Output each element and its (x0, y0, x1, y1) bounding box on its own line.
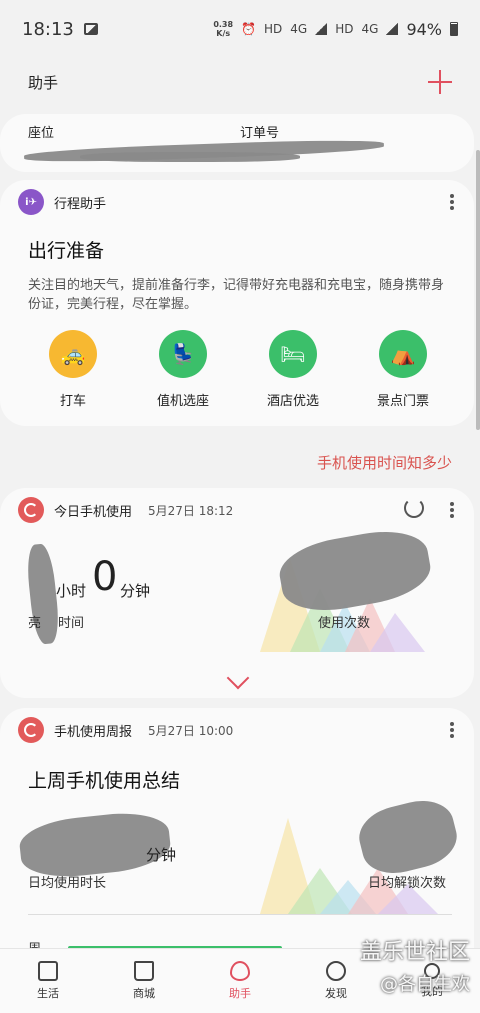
weekly-title: 上周手机使用总结 (28, 770, 181, 792)
redaction-scribble-2 (80, 152, 300, 162)
taxi-icon: 🚕 (49, 330, 97, 378)
nav-item-assistant[interactable]: 助手 (192, 949, 288, 1013)
bed-icon: 🛏 (269, 330, 317, 378)
screen-time-label: 亮 (28, 616, 42, 631)
page-header: 助手 (0, 58, 480, 106)
heart-icon (230, 961, 250, 981)
status-icons: 0.38 K/s ⏰ HD 4G HD 4G 94% (213, 20, 458, 39)
divider (28, 914, 452, 915)
seat-icon: 💺 (159, 330, 207, 378)
network-label-2: 4G (361, 22, 379, 36)
card-header: 手机使用周报 5月27日 10:00 (18, 708, 233, 752)
minutes-unit: 分钟 (146, 846, 177, 864)
more-options-icon[interactable] (450, 722, 454, 738)
weekly-date: 5月27日 10:00 (148, 723, 234, 738)
gallery-icon (83, 23, 98, 35)
network-label: 4G (290, 22, 308, 36)
signal-icon-2 (386, 23, 399, 35)
more-options-icon[interactable] (450, 502, 454, 518)
trip-assistant-logo-icon: i✈ (18, 189, 44, 215)
usage-time-link[interactable]: 手机使用时间知多少 (317, 452, 452, 473)
daily-unlock-label: 日均解锁次数 (368, 876, 447, 891)
shortcut-hotel[interactable]: 🛏 酒店优选 (248, 330, 338, 409)
usage-count-label: 使用次数 (318, 616, 371, 631)
weekly-report-card: 手机使用周报 5月27日 10:00 上周手机使用总结 分钟 日均使用时长 日均… (0, 708, 474, 968)
hours-unit: 小时 (56, 582, 87, 600)
nav-item-life[interactable]: 生活 (0, 949, 96, 1013)
usage-logo-icon (18, 717, 44, 743)
status-bar: 18:13 0.38 K/s ⏰ HD 4G HD 4G 94% (0, 0, 480, 58)
usage-date: 5月27日 18:12 (148, 503, 234, 518)
daily-usage-label: 日均使用时长 (28, 876, 107, 891)
order-label: 订单号 (240, 126, 280, 141)
alarm-icon: ⏰ (241, 22, 257, 36)
net-speed: 0.38 K/s (213, 20, 234, 38)
news-icon (38, 961, 58, 981)
battery-icon (450, 22, 458, 36)
trip-description: 关注目的地天气，提前准备行李，记得带好充电器和充电宝，随身携带身份证，完美行程，… (28, 278, 445, 312)
today-usage-card: 今日手机使用 5月27日 18:12 小时 0 分钟 亮 时间 使用次数 (0, 488, 474, 698)
card-app-name: 行程助手 (54, 196, 107, 212)
user-watermark: @各自生欢 (380, 974, 470, 995)
screen-time-label-rest: 时间 (58, 616, 85, 631)
shortcut-taxi[interactable]: 🚕 打车 (28, 330, 118, 409)
trip-assistant-card: i✈ 行程助手 出行准备 关注目的地天气，提前准备行李，记得带好充电器和充电宝，… (0, 180, 474, 426)
card-header: 今日手机使用 5月27日 18:12 (18, 488, 233, 532)
more-options-icon[interactable] (450, 194, 454, 210)
scrollbar[interactable] (476, 150, 480, 430)
tent-icon: ⛺ (379, 330, 427, 378)
minutes-value: 0 (92, 554, 118, 600)
hd-label: HD (264, 22, 283, 36)
trip-shortcuts: 🚕 打车 💺 值机选座 🛏 酒店优选 ⛺ 景点门票 (28, 330, 448, 409)
shopping-bag-icon (134, 961, 154, 981)
refresh-icon[interactable] (404, 498, 424, 518)
compass-icon (326, 961, 346, 981)
shortcut-tickets[interactable]: ⛺ 景点门票 (358, 330, 448, 409)
add-icon[interactable] (428, 70, 452, 94)
booking-card[interactable]: 座位 订单号 (0, 114, 474, 172)
minutes-unit: 分钟 (120, 582, 151, 600)
seat-label: 座位 (28, 126, 55, 141)
nav-item-mall[interactable]: 商城 (96, 949, 192, 1013)
shortcut-checkin[interactable]: 💺 值机选座 (138, 330, 228, 409)
trip-title: 出行准备 (28, 240, 105, 262)
page-title: 助手 (28, 73, 59, 92)
status-time: 18:13 (22, 18, 74, 40)
usage-logo-icon (18, 497, 44, 523)
expand-chevron-icon[interactable] (226, 666, 250, 690)
community-watermark: 盖乐世社区 (359, 940, 470, 965)
card-header: i✈ 行程助手 (18, 180, 106, 224)
battery-percent: 94% (406, 19, 442, 39)
hd-label-2: HD (335, 22, 354, 36)
signal-icon (315, 23, 328, 35)
